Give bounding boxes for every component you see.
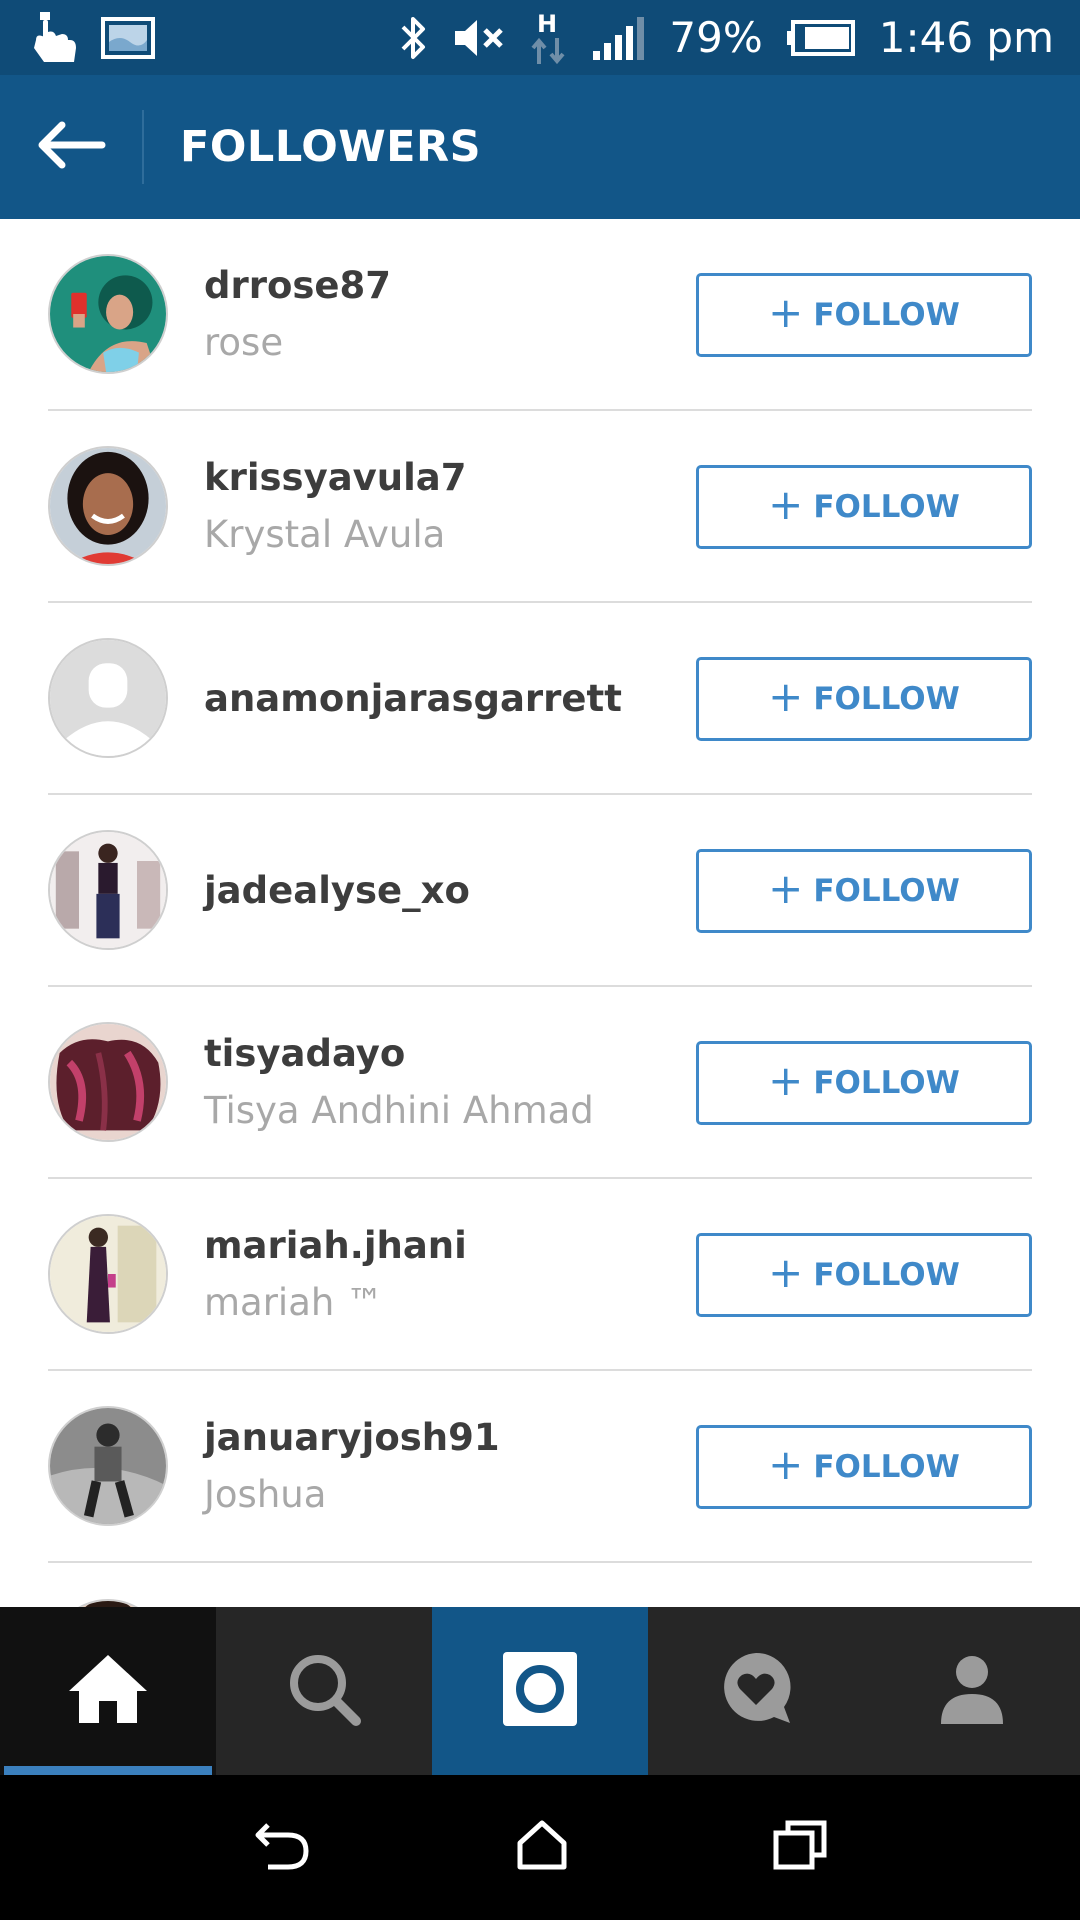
full-name: Tisya Andhini Ahmad: [204, 1089, 594, 1132]
follower-row[interactable]: tisyadayo Tisya Andhini Ahmad + FOLLOW: [48, 987, 1032, 1179]
follow-label: FOLLOW: [813, 873, 960, 909]
username[interactable]: krissyavula7: [204, 456, 467, 499]
avatar[interactable]: [48, 446, 168, 566]
follow-label: FOLLOW: [813, 297, 960, 333]
full-name: Krystal Avula: [204, 513, 446, 556]
follow-button[interactable]: + FOLLOW: [696, 849, 1032, 933]
avatar[interactable]: [48, 830, 168, 950]
follower-row[interactable]: jadealyse_xo + FOLLOW: [48, 795, 1032, 987]
followers-list[interactable]: drrose87 rose + FOLLOW krissyavula7 Krys…: [0, 219, 1080, 1607]
username[interactable]: mariah.jhani: [204, 1224, 467, 1267]
tab-profile[interactable]: [864, 1607, 1080, 1775]
follow-label: FOLLOW: [813, 1449, 960, 1485]
search-icon: [284, 1649, 364, 1734]
recents-nav-icon[interactable]: [772, 1819, 828, 1876]
avatar[interactable]: [48, 1406, 168, 1526]
follow-label: FOLLOW: [813, 1257, 960, 1293]
page-title: FOLLOWERS: [180, 122, 482, 172]
tab-home[interactable]: [0, 1607, 216, 1775]
avatar[interactable]: [48, 254, 168, 374]
follower-row[interactable]: anamonjarasgarrett + FOLLOW: [48, 603, 1032, 795]
follow-button[interactable]: + FOLLOW: [696, 273, 1032, 357]
profile-icon: [937, 1652, 1007, 1731]
follow-button[interactable]: + FOLLOW: [696, 465, 1032, 549]
tab-activity[interactable]: [648, 1607, 864, 1775]
plus-icon: +: [768, 1248, 804, 1297]
follower-row[interactable]: mariah.jhani mariah ™ + FOLLOW: [48, 1179, 1032, 1371]
plus-icon: +: [768, 288, 804, 337]
battery-percentage: 79%: [669, 13, 763, 62]
tab-search[interactable]: [216, 1607, 432, 1775]
follower-row[interactable]: krissyavula7 Krystal Avula + FOLLOW: [48, 411, 1032, 603]
avatar[interactable]: [48, 1599, 168, 1607]
follower-row[interactable]: [48, 1563, 1032, 1607]
back-nav-icon[interactable]: [252, 1817, 312, 1878]
home-icon: [65, 1651, 151, 1732]
full-name: rose: [204, 321, 284, 364]
plus-icon: +: [768, 864, 804, 913]
username[interactable]: tisyadayo: [204, 1032, 594, 1075]
username[interactable]: drrose87: [204, 264, 391, 307]
network-h-icon: H: [529, 8, 569, 68]
follow-button[interactable]: + FOLLOW: [696, 657, 1032, 741]
tab-camera[interactable]: [432, 1607, 648, 1775]
username[interactable]: anamonjarasgarrett: [204, 677, 622, 720]
default-avatar-icon[interactable]: [48, 638, 168, 758]
camera-icon: [501, 1650, 579, 1733]
plus-icon: +: [768, 1056, 804, 1105]
back-button[interactable]: [0, 75, 142, 219]
follow-label: FOLLOW: [813, 489, 960, 525]
clock: 1:46 pm: [878, 13, 1054, 62]
username[interactable]: januaryjosh91: [204, 1416, 500, 1459]
plus-icon: +: [768, 480, 804, 529]
follow-button[interactable]: + FOLLOW: [696, 1233, 1032, 1317]
plus-icon: +: [768, 1440, 804, 1489]
system-navigation-bar: [0, 1775, 1080, 1920]
bottom-tab-bar: [0, 1607, 1080, 1775]
full-name: mariah ™: [204, 1281, 384, 1324]
follow-label: FOLLOW: [813, 681, 960, 717]
home-nav-icon[interactable]: [516, 1819, 568, 1876]
svg-text:H: H: [537, 10, 557, 38]
follower-row[interactable]: januaryjosh91 Joshua + FOLLOW: [48, 1371, 1032, 1563]
mute-icon: [451, 16, 507, 60]
follower-row[interactable]: drrose87 rose + FOLLOW: [48, 219, 1032, 411]
bluetooth-icon: [399, 15, 429, 61]
activity-icon: [716, 1649, 796, 1734]
battery-icon: [785, 18, 857, 58]
touch-notification-icon: [26, 10, 82, 66]
signal-icon: [591, 15, 647, 61]
follow-button[interactable]: + FOLLOW: [696, 1425, 1032, 1509]
back-arrow-icon: [36, 120, 106, 175]
username[interactable]: jadealyse_xo: [204, 869, 470, 912]
avatar[interactable]: [48, 1022, 168, 1142]
image-notification-icon: [100, 16, 156, 60]
avatar[interactable]: [48, 1214, 168, 1334]
app-header: FOLLOWERS: [0, 75, 1080, 219]
full-name: Joshua: [204, 1473, 327, 1516]
follow-label: FOLLOW: [813, 1065, 960, 1101]
status-bar: H 79% 1:46 pm: [0, 0, 1080, 75]
follow-button[interactable]: + FOLLOW: [696, 1041, 1032, 1125]
plus-icon: +: [768, 672, 804, 721]
